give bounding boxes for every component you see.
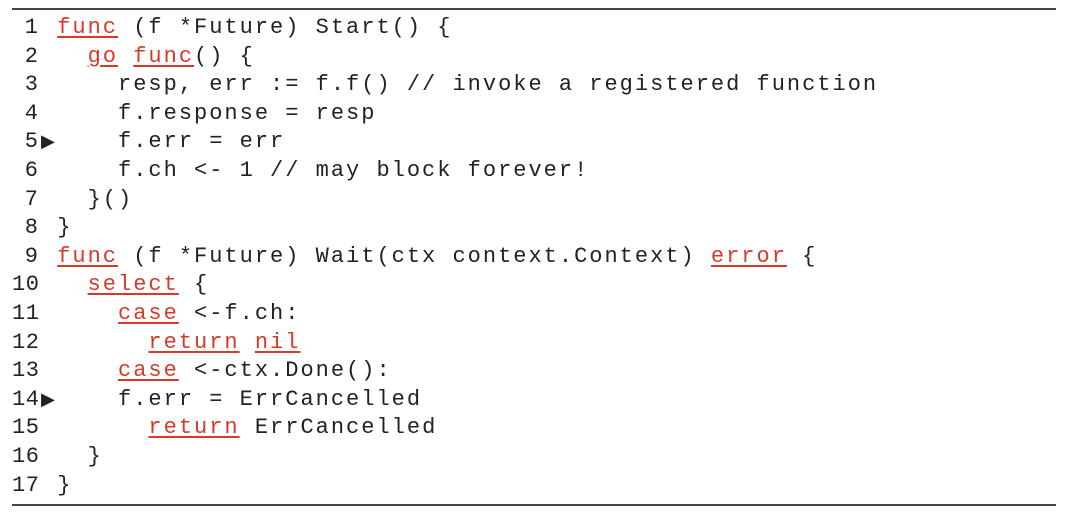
gutter-marker [41, 247, 57, 270]
line-number: 8 [12, 214, 38, 243]
line-number: 16 [12, 443, 38, 472]
keyword-case: case [118, 301, 179, 326]
code-line: 17 } [12, 472, 1056, 501]
gutter-marker [41, 190, 57, 213]
keyword-func: func [57, 15, 118, 40]
code-line: 15 return ErrCancelled [12, 414, 1056, 443]
gutter-marker [41, 361, 57, 384]
line-number: 2 [12, 43, 38, 72]
line-number: 14 [12, 386, 38, 415]
code-line: 2 go func() { [12, 43, 1056, 72]
code-line: 1 func (f *Future) Start() { [12, 14, 1056, 43]
code-line: 10 select { [12, 271, 1056, 300]
keyword-error: error [711, 244, 787, 269]
line-number: 6 [12, 157, 38, 186]
keyword-nil: nil [255, 330, 301, 355]
keyword-select: select [88, 272, 179, 297]
code-text: f.ch <- 1 // may block forever! [57, 157, 589, 186]
code-text: f.err = ErrCancelled [57, 386, 422, 415]
code-text: case <-f.ch: [57, 300, 300, 329]
line-number: 12 [12, 329, 38, 358]
line-number: 9 [12, 243, 38, 272]
line-number: 15 [12, 414, 38, 443]
line-number: 3 [12, 71, 38, 100]
gutter-marker [41, 333, 57, 356]
code-listing: 1 func (f *Future) Start() { 2 go func()… [12, 8, 1056, 506]
code-line: 16 } [12, 443, 1056, 472]
code-line: 11 case <-f.ch: [12, 300, 1056, 329]
line-number: 5 [12, 128, 38, 157]
gutter-marker [41, 75, 57, 98]
keyword-go: go [88, 44, 118, 69]
gutter-marker [41, 275, 57, 298]
code-text: } [57, 443, 103, 472]
line-number: 1 [12, 14, 38, 43]
code-text: f.response = resp [57, 100, 376, 129]
code-text: case <-ctx.Done(): [57, 357, 391, 386]
code-text: f.err = err [57, 128, 285, 157]
gutter-marker [41, 418, 57, 441]
gutter-marker [41, 476, 57, 499]
code-text: }() [57, 186, 133, 215]
code-line: 14 ▶ f.err = ErrCancelled [12, 386, 1056, 415]
gutter-marker [41, 104, 57, 127]
keyword-func: func [57, 244, 118, 269]
line-number: 11 [12, 300, 38, 329]
code-line: 7 }() [12, 186, 1056, 215]
gutter-marker [41, 18, 57, 41]
code-text: } [57, 214, 72, 243]
line-number: 4 [12, 100, 38, 129]
gutter-marker: ▶ [41, 390, 57, 413]
code-line: 6 f.ch <- 1 // may block forever! [12, 157, 1056, 186]
gutter-marker [41, 161, 57, 184]
code-line: 3 resp, err := f.f() // invoke a registe… [12, 71, 1056, 100]
keyword-return: return [148, 330, 239, 355]
keyword-func: func [133, 44, 194, 69]
gutter-marker [41, 304, 57, 327]
code-line: 13 case <-ctx.Done(): [12, 357, 1056, 386]
code-text: return ErrCancelled [57, 414, 437, 443]
gutter-marker [41, 218, 57, 241]
gutter-marker: ▶ [41, 132, 57, 155]
code-line: 8 } [12, 214, 1056, 243]
code-text: select { [57, 271, 209, 300]
code-line: 12 return nil [12, 329, 1056, 358]
gutter-marker [41, 47, 57, 70]
code-line: 9 func (f *Future) Wait(ctx context.Cont… [12, 243, 1056, 272]
line-number: 13 [12, 357, 38, 386]
code-text: func (f *Future) Wait(ctx context.Contex… [57, 243, 817, 272]
code-text: go func() { [57, 43, 255, 72]
code-line: 5 ▶ f.err = err [12, 128, 1056, 157]
code-text: resp, err := f.f() // invoke a registere… [57, 71, 878, 100]
line-number: 7 [12, 186, 38, 215]
gutter-marker [41, 447, 57, 470]
code-text: func (f *Future) Start() { [57, 14, 452, 43]
line-number: 10 [12, 271, 38, 300]
keyword-return: return [148, 415, 239, 440]
code-text: } [57, 472, 72, 501]
line-number: 17 [12, 472, 38, 501]
code-text: return nil [57, 329, 300, 358]
code-line: 4 f.response = resp [12, 100, 1056, 129]
keyword-case: case [118, 358, 179, 383]
